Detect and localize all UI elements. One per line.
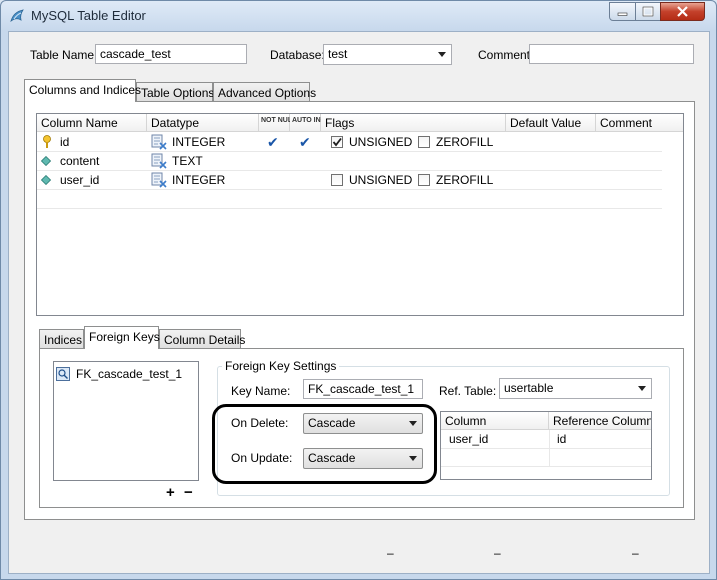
maximize-icon [642, 6, 654, 17]
datatype-header[interactable]: Datatype [147, 114, 259, 132]
datatype-icon [151, 153, 167, 169]
row-divider [37, 189, 662, 190]
column-divider [549, 430, 550, 466]
zerofill-checkbox[interactable] [418, 136, 430, 148]
checkmark-icon [332, 137, 342, 147]
auto-inc-header[interactable]: AUTO INC [290, 114, 326, 132]
highlight-ring [212, 404, 437, 484]
columns-grid[interactable]: Column Name Datatype NOT NULL AUTO INC F… [36, 113, 684, 316]
tab-advanced-options[interactable]: Advanced Options [213, 82, 316, 102]
tab-foreign-keys[interactable]: Foreign Keys [84, 326, 160, 349]
database-select[interactable]: test [323, 44, 452, 65]
auto-inc-check-icon[interactable]: ✔ [299, 135, 311, 149]
unsigned-checkbox[interactable] [331, 136, 343, 148]
minimize-icon [617, 12, 628, 16]
editor-client-area: Table Name: cascade_test Database: test … [8, 31, 710, 574]
column-name-cell: id [60, 135, 70, 149]
mapping-reference-header[interactable]: Reference Column [549, 412, 651, 430]
footer-button-1[interactable]: – [387, 546, 394, 560]
table-name-input[interactable]: cascade_test [95, 44, 247, 64]
tab-indices[interactable]: Indices [39, 329, 84, 349]
foreign-keys-panel: FK_cascade_test_1 + − Foreign Key Settin… [39, 348, 684, 508]
maximize-button[interactable] [635, 2, 661, 21]
zerofill-label: ZEROFILL [436, 173, 494, 187]
default-value-header[interactable]: Default Value [506, 114, 596, 132]
row-divider [37, 151, 662, 152]
tab-table-options[interactable]: Table Options [136, 82, 214, 102]
flags-header[interactable]: Flags [321, 114, 506, 132]
key-name-input[interactable]: FK_cascade_test_1 [303, 379, 423, 399]
ref-table-select-value: usertable [504, 381, 554, 395]
column-name-cell: content [60, 154, 100, 168]
datatype-icon [151, 172, 167, 188]
ref-table-label: Ref. Table: [439, 384, 497, 398]
mapping-reference-cell: id [557, 432, 567, 446]
datatype-icon [151, 134, 167, 150]
comment-input[interactable] [529, 44, 694, 64]
datatype-cell: TEXT [172, 154, 203, 168]
mapping-column-header[interactable]: Column [441, 412, 549, 430]
foreign-key-settings-title: Foreign Key Settings [222, 359, 340, 373]
unsigned-checkbox[interactable] [331, 174, 343, 186]
add-foreign-key-button[interactable]: + [166, 484, 175, 501]
comment-label: Comment: [478, 48, 534, 62]
row-divider [441, 466, 651, 467]
window-title: MySQL Table Editor [31, 8, 146, 23]
ref-table-select[interactable]: usertable [499, 378, 652, 399]
key-name-label: Key Name: [231, 384, 291, 398]
not-null-header[interactable]: NOT NULL [259, 114, 296, 132]
column-name-cell: user_id [60, 173, 100, 187]
database-label: Database: [270, 48, 325, 62]
list-item[interactable]: FK_cascade_test_1 [56, 366, 196, 384]
remove-foreign-key-button[interactable]: − [184, 484, 193, 501]
footer-button-3[interactable]: – [632, 546, 639, 560]
not-null-check-icon[interactable]: ✔ [267, 135, 279, 149]
chevron-down-icon [638, 386, 646, 391]
column-diamond-icon [41, 175, 51, 185]
column-diamond-icon [41, 156, 51, 166]
columns-and-indices-panel: Column Name Datatype NOT NULL AUTO INC F… [24, 101, 695, 520]
tab-column-details[interactable]: Column Details [159, 329, 245, 349]
tab-columns-and-indices[interactable]: Columns and Indices [24, 79, 141, 102]
row-divider [37, 208, 662, 209]
unsigned-label: UNSIGNED [349, 135, 413, 149]
table-editor-window: MySQL Table Editor Table Name: cascade_t… [0, 0, 717, 580]
chevron-down-icon [438, 52, 446, 57]
database-select-value: test [328, 47, 348, 61]
close-icon [677, 6, 688, 17]
primary-key-icon [43, 135, 51, 148]
unsigned-label: UNSIGNED [349, 173, 413, 187]
datatype-cell: INTEGER [172, 135, 226, 149]
column-mapping-grid[interactable]: Column Reference Column user_id id [440, 411, 652, 480]
zerofill-checkbox[interactable] [418, 174, 430, 186]
title-bar[interactable]: MySQL Table Editor [1, 1, 716, 31]
row-divider [37, 170, 662, 171]
comment-header[interactable]: Comment [596, 114, 683, 132]
datatype-cell: INTEGER [172, 173, 226, 187]
close-button[interactable] [660, 2, 705, 21]
column-name-header[interactable]: Column Name [37, 114, 147, 132]
foreign-key-list[interactable]: FK_cascade_test_1 [53, 361, 199, 481]
minimize-button[interactable] [609, 2, 636, 21]
dolphin-icon [10, 9, 24, 23]
footer-button-2[interactable]: – [494, 546, 501, 560]
key-list-icon [56, 367, 70, 381]
foreign-key-name: FK_cascade_test_1 [76, 367, 183, 381]
row-divider [441, 448, 651, 449]
zerofill-label: ZEROFILL [436, 135, 494, 149]
mapping-column-cell: user_id [449, 432, 489, 446]
table-name-label: Table Name: [30, 48, 98, 62]
